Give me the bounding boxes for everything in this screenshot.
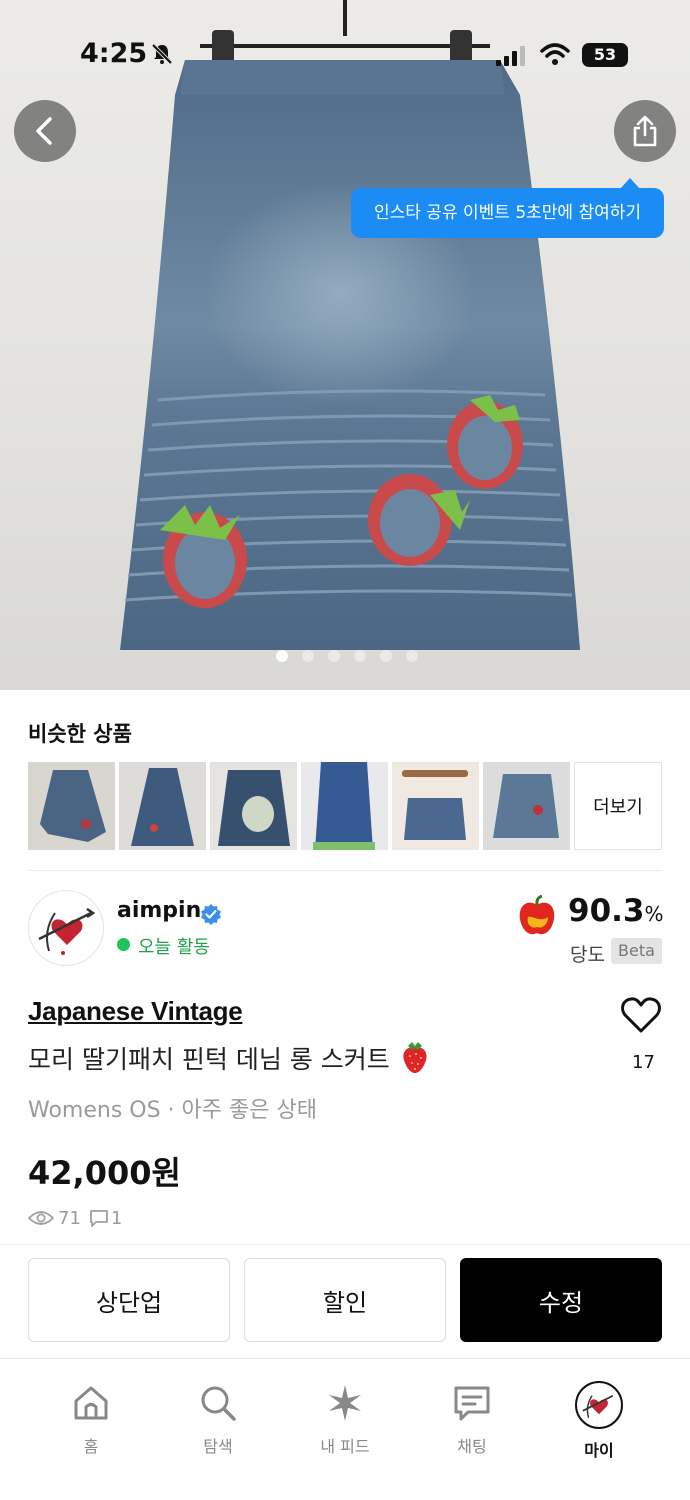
carousel-dot bbox=[380, 650, 392, 662]
online-status-dot bbox=[117, 938, 130, 951]
similar-item-thumb[interactable] bbox=[210, 762, 297, 850]
home-icon bbox=[74, 1386, 108, 1420]
similar-items-title: 비슷한 상품 bbox=[28, 722, 132, 746]
similar-item-thumb[interactable] bbox=[28, 762, 115, 850]
view-count: 71 bbox=[58, 1207, 81, 1229]
bump-button[interactable]: 상단업 bbox=[28, 1258, 230, 1342]
nav-home[interactable]: 홈 bbox=[36, 1381, 146, 1457]
discount-button[interactable]: 할인 bbox=[244, 1258, 446, 1342]
carousel-dot bbox=[406, 650, 418, 662]
seller-avatar[interactable] bbox=[28, 890, 104, 966]
product-meta: Womens OS · 아주 좋은 상태 bbox=[28, 1098, 317, 1123]
product-image-carousel[interactable]: 4:25 53 인스타 공유 이벤트 5초만에 참여하기 bbox=[0, 0, 690, 690]
nav-chat-label: 채팅 bbox=[457, 1437, 487, 1456]
similar-items-list: 더보기 bbox=[28, 762, 662, 850]
similar-item-thumb[interactable] bbox=[301, 762, 388, 850]
nav-my-label: 마이 bbox=[584, 1441, 614, 1460]
like-count: 17 bbox=[632, 1052, 655, 1073]
cellular-signal-icon bbox=[496, 46, 525, 66]
nav-feed-label: 내 피드 bbox=[320, 1437, 370, 1456]
product-stats: 71 1 bbox=[28, 1206, 122, 1230]
sweetness-score: 90.3% bbox=[568, 893, 664, 929]
edit-button[interactable]: 수정 bbox=[460, 1258, 662, 1342]
chat-icon bbox=[454, 1386, 490, 1421]
status-time: 4:25 bbox=[80, 38, 148, 69]
battery-indicator: 53 bbox=[582, 43, 628, 67]
eye-icon bbox=[28, 1211, 54, 1225]
similar-item-thumb[interactable] bbox=[483, 762, 570, 850]
product-title: 모리 딸기패치 핀턱 데님 롱 스커트 bbox=[28, 1045, 390, 1074]
like-heart-icon[interactable] bbox=[620, 994, 662, 1036]
nav-search-label: 탐색 bbox=[203, 1437, 233, 1456]
apple-score-icon bbox=[519, 894, 555, 935]
seller-name[interactable]: aimpin bbox=[117, 898, 201, 923]
brand-link[interactable]: Japanese Vintage bbox=[28, 996, 243, 1027]
my-avatar bbox=[575, 1381, 623, 1429]
carousel-dots bbox=[276, 650, 418, 662]
see-more-button[interactable]: 더보기 bbox=[574, 762, 662, 850]
score-value: 90.3 bbox=[568, 893, 645, 929]
search-icon bbox=[201, 1386, 236, 1421]
back-button[interactable] bbox=[14, 100, 76, 162]
similar-item-thumb[interactable] bbox=[119, 762, 206, 850]
comment-count: 1 bbox=[110, 1207, 123, 1229]
status-bar: 4:25 53 bbox=[0, 0, 690, 110]
divider bbox=[28, 870, 662, 871]
chevron-left-icon bbox=[36, 117, 52, 145]
seller-activity: 오늘 활동 bbox=[138, 937, 210, 958]
wifi-icon bbox=[540, 43, 570, 65]
sparkle-icon bbox=[329, 1385, 361, 1421]
carousel-dot-active bbox=[276, 650, 288, 662]
verified-badge-icon bbox=[201, 904, 221, 925]
similar-item-thumb[interactable] bbox=[392, 762, 479, 850]
comment-icon bbox=[90, 1210, 108, 1227]
beta-badge: Beta bbox=[611, 938, 662, 964]
mute-bell-icon bbox=[151, 43, 173, 65]
nav-chat[interactable]: 채팅 bbox=[417, 1381, 527, 1457]
nav-home-label: 홈 bbox=[83, 1437, 99, 1456]
share-button[interactable] bbox=[614, 100, 676, 162]
nav-feed[interactable]: 내 피드 bbox=[290, 1381, 400, 1457]
carousel-dot bbox=[302, 650, 314, 662]
nav-my[interactable]: 마이 bbox=[544, 1381, 654, 1461]
score-label: 당도 bbox=[570, 944, 605, 966]
share-event-tooltip[interactable]: 인스타 공유 이벤트 5초만에 참여하기 bbox=[351, 178, 664, 238]
carousel-dot bbox=[354, 650, 366, 662]
strawberry-icon bbox=[403, 1042, 427, 1073]
share-icon bbox=[633, 115, 657, 147]
bottom-nav: 홈 탐색 내 피드 채팅 마이 bbox=[0, 1358, 690, 1500]
nav-search[interactable]: 탐색 bbox=[163, 1381, 273, 1457]
product-price: 42,000원 bbox=[28, 1154, 181, 1192]
carousel-dot bbox=[328, 650, 340, 662]
score-unit: % bbox=[644, 902, 664, 926]
